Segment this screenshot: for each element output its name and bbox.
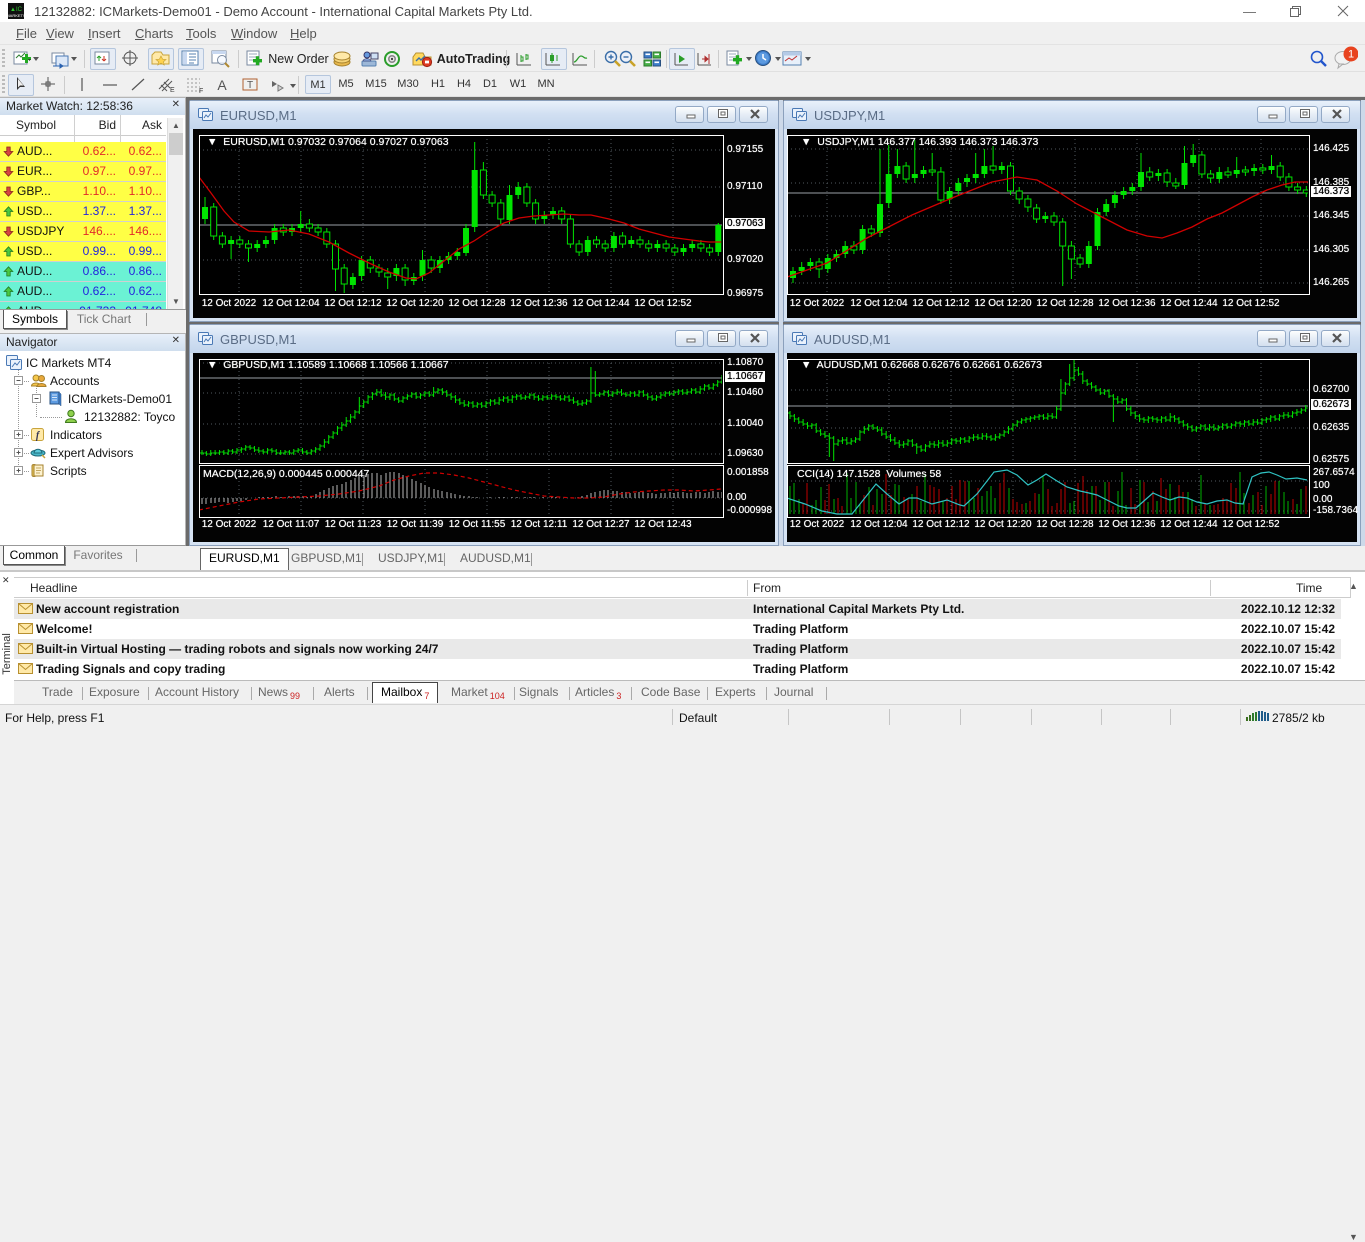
svg-text:A: A	[217, 77, 227, 93]
svg-text:MARKETS: MARKETS	[8, 13, 24, 18]
svg-text:F: F	[199, 88, 203, 95]
svg-text:1: 1	[1348, 49, 1354, 61]
svg-text:T: T	[247, 80, 253, 91]
svg-text:E: E	[170, 87, 175, 94]
